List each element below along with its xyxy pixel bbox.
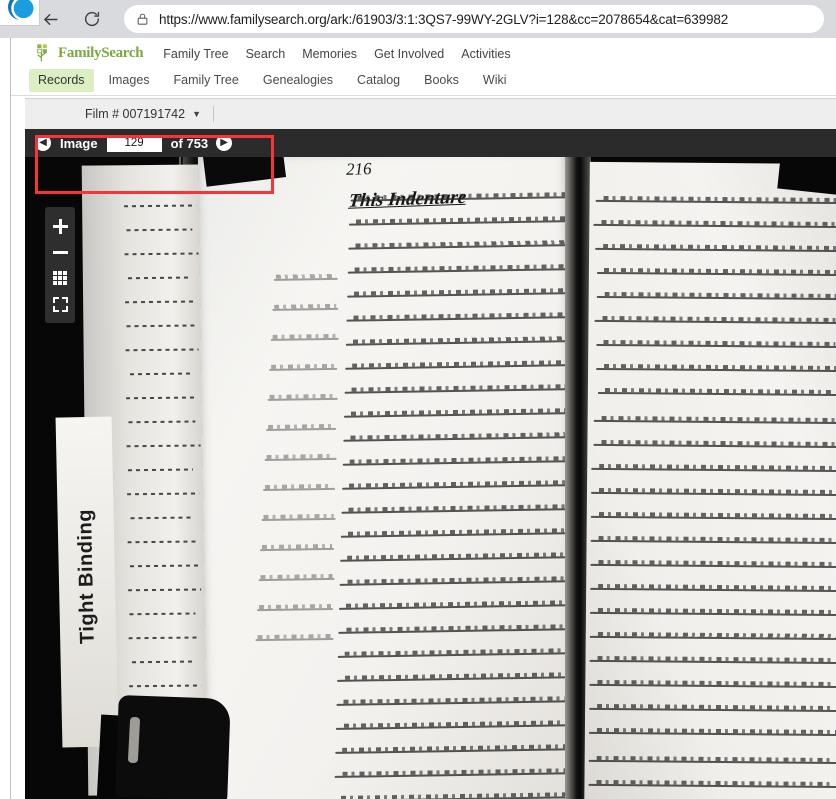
- scanned-document-image[interactable]: Tight Binding 216 This Indenture: [25, 157, 836, 799]
- page-body: FamilySearch Family Tree Search Memories…: [11, 38, 836, 799]
- page-viewport: FamilySearch Family Tree Search Memories…: [0, 38, 836, 799]
- chevron-down-icon[interactable]: ▼: [192, 109, 201, 119]
- reload-icon: [83, 10, 101, 28]
- background-app-icon: [8, 0, 34, 20]
- nav-link-get-involved[interactable]: Get Involved: [374, 47, 444, 61]
- tab-catalog[interactable]: Catalog: [348, 69, 409, 92]
- next-image-button[interactable]: ▶: [216, 135, 232, 151]
- tab-genealogies[interactable]: Genealogies: [254, 69, 342, 92]
- manuscript-right-page: [584, 162, 836, 799]
- search-sub-tabs: Records Images Family Tree Genealogies C…: [11, 69, 836, 96]
- address-bar[interactable]: https://www.familysearch.org/ark:/61903/…: [124, 5, 824, 33]
- previous-image-button[interactable]: ◀: [35, 135, 51, 151]
- lock-icon: [136, 12, 149, 26]
- thumbnails-button[interactable]: [45, 265, 75, 291]
- film-number-label: Film # 007191742: [85, 107, 185, 121]
- window-left-gutter: [0, 38, 10, 799]
- expand-icon: [53, 297, 68, 312]
- tight-binding-label: Tight Binding: [72, 436, 101, 716]
- image-total-label: of 753: [171, 136, 209, 151]
- tab-wiki[interactable]: Wiki: [474, 69, 516, 92]
- url-text: https://www.familysearch.org/ark:/61903/…: [159, 12, 728, 27]
- tab-books[interactable]: Books: [415, 69, 468, 92]
- image-label: Image: [60, 136, 98, 151]
- nav-link-memories[interactable]: Memories: [302, 47, 357, 61]
- tight-binding-slip: Tight Binding: [56, 416, 119, 747]
- tab-records[interactable]: Records: [29, 69, 94, 92]
- manuscript-left-page: 216 This Indenture: [198, 157, 586, 799]
- familysearch-logo-text: FamilySearch: [58, 45, 143, 62]
- nav-link-family-tree[interactable]: Family Tree: [163, 47, 228, 61]
- zoom-in-button[interactable]: [45, 213, 75, 239]
- viewer-zoom-toolbar: [45, 207, 75, 323]
- site-header: FamilySearch Family Tree Search Memories…: [11, 38, 836, 69]
- background-window-corner: [0, 0, 40, 26]
- minus-icon: [53, 245, 68, 260]
- tab-images[interactable]: Images: [100, 69, 159, 92]
- zoom-out-button[interactable]: [45, 239, 75, 265]
- back-button[interactable]: [36, 6, 64, 32]
- toolbar-divider: [213, 106, 214, 122]
- family-tree-logo-icon: [35, 43, 57, 65]
- image-viewer-stage[interactable]: Tight Binding 216 This Indenture: [25, 157, 836, 799]
- nav-link-activities[interactable]: Activities: [461, 47, 510, 61]
- fullscreen-button[interactable]: [45, 291, 75, 317]
- nav-link-search[interactable]: Search: [246, 47, 286, 61]
- folio-number: 216: [346, 159, 372, 180]
- back-arrow-icon: [41, 10, 60, 29]
- film-bar: Film # 007191742 ▼: [25, 98, 836, 129]
- familysearch-logo[interactable]: FamilySearch: [35, 43, 143, 65]
- image-navigation-bar: ◀ Image of 753 ▶: [25, 129, 836, 157]
- reload-button[interactable]: [78, 6, 106, 32]
- image-number-input[interactable]: [107, 135, 162, 152]
- browser-chrome: https://www.familysearch.org/ark:/61903/…: [0, 0, 836, 38]
- plus-icon: [53, 219, 68, 234]
- tab-family-tree[interactable]: Family Tree: [165, 69, 248, 92]
- grid-icon: [53, 271, 67, 285]
